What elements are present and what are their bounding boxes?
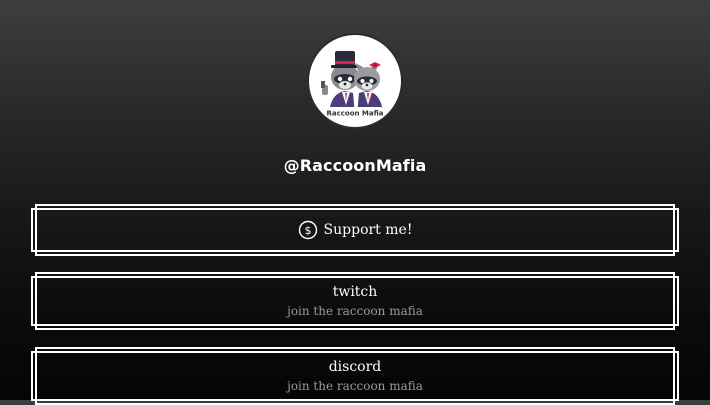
- twitch-link-button[interactable]: twitch join the raccoon mafia: [31, 272, 679, 330]
- profile-avatar[interactable]: Raccoon Mafia: [309, 35, 401, 127]
- dollar-circle-icon: $: [298, 220, 317, 240]
- discord-link-button[interactable]: discord join the raccoon mafia: [31, 347, 679, 405]
- svg-text:Raccoon Mafia: Raccoon Mafia: [326, 110, 383, 118]
- discord-link-subtitle: join the raccoon mafia: [287, 379, 423, 393]
- twitch-link-title: twitch: [332, 284, 378, 300]
- support-me-button[interactable]: $ Support me!: [31, 204, 679, 256]
- support-me-label: Support me!: [323, 222, 413, 238]
- raccoon-mafia-logo: Raccoon Mafia: [321, 51, 385, 118]
- profile-handle: @RaccoonMafia: [283, 156, 427, 175]
- svg-text:$: $: [304, 224, 311, 237]
- discord-link-title: discord: [328, 359, 382, 375]
- twitch-link-subtitle: join the raccoon mafia: [287, 304, 423, 318]
